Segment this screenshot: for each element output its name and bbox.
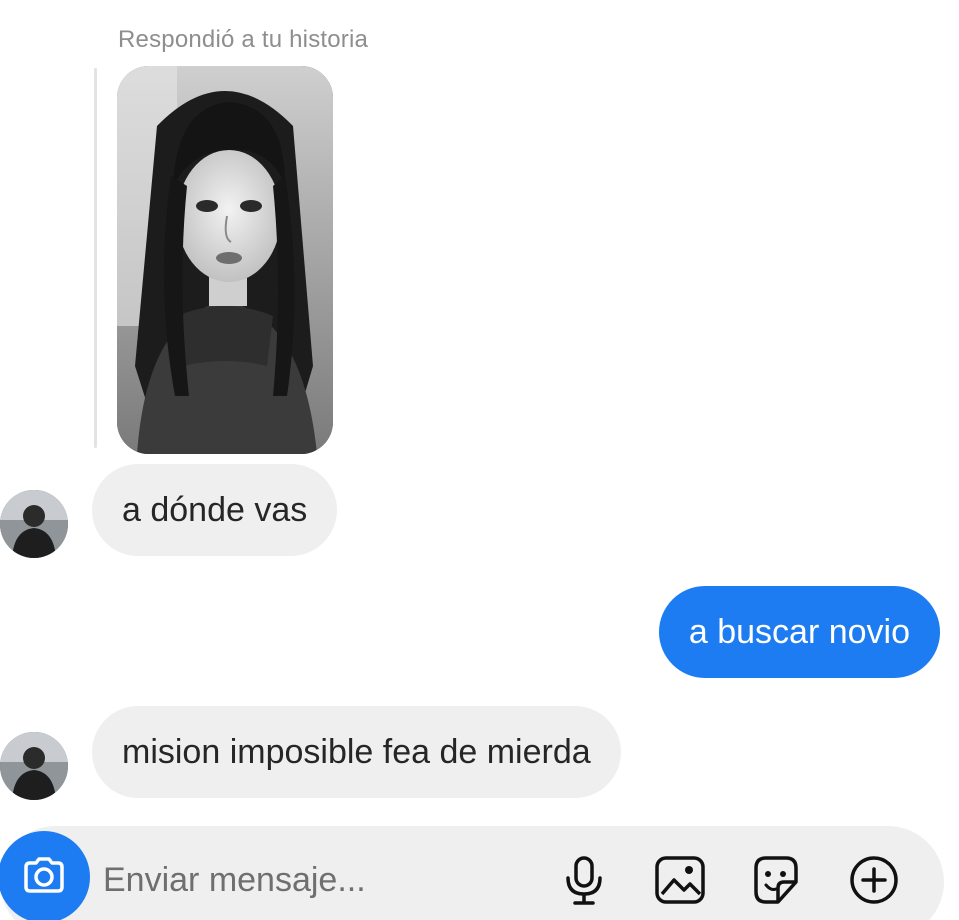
message-bubble-incoming[interactable]: a dónde vas: [92, 464, 338, 556]
sticker-icon[interactable]: [748, 852, 804, 908]
camera-button[interactable]: [0, 831, 90, 920]
message-bubble-outgoing[interactable]: a buscar novio: [658, 586, 940, 678]
plus-circle-icon[interactable]: [846, 852, 902, 908]
story-thumbnail[interactable]: [117, 66, 333, 454]
story-reply-caption: Respondió a tu historia: [118, 26, 369, 53]
microphone-icon[interactable]: [556, 852, 612, 908]
gallery-icon[interactable]: [652, 852, 708, 908]
sender-avatar[interactable]: [0, 490, 68, 558]
story-reply-line: [94, 68, 97, 448]
camera-icon: [22, 856, 66, 898]
message-bubble-incoming[interactable]: mision imposible fea de mierda: [92, 706, 621, 798]
dm-thread-screen: Respondió a tu historia a dónde vas a bu…: [0, 0, 959, 920]
message-input[interactable]: [103, 855, 523, 905]
sender-avatar[interactable]: [0, 732, 68, 800]
